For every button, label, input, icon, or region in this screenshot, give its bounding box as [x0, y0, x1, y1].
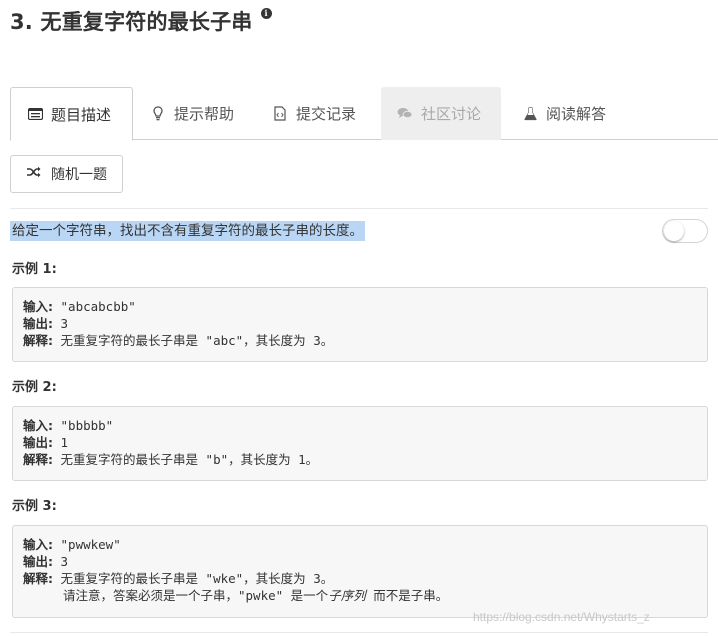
tab-discussion[interactable]: 社区讨论 [381, 87, 501, 140]
example-explanation: 解释: 无重复字符的最长子串是 "abc"，其长度为 3。 [23, 333, 334, 348]
random-problem-button[interactable]: 随机一题 [10, 155, 123, 193]
tab-label: 题目描述 [51, 105, 112, 124]
tab-solution[interactable]: 阅读解答 [506, 87, 646, 140]
example-label: 示例 3: [12, 499, 57, 514]
tab-label: 阅读解答 [546, 105, 607, 123]
page-title: 3. 无重复字符的最长子串 [10, 10, 253, 34]
code-file-icon [272, 106, 288, 122]
divider [10, 208, 708, 209]
comments-icon [397, 106, 413, 122]
example-box: 输入: "bbbbb" 输出: 1 解释: 无重复字符的最长子串是 "b"，其长… [12, 406, 708, 481]
example-note: 请注意，答案必须是一个子串，"pwke" 是一个子序列 而不是子串。 [63, 588, 449, 603]
tab-label: 提交记录 [296, 105, 357, 123]
example-output: 输出: 3 [23, 316, 69, 331]
example-output: 输出: 1 [23, 435, 69, 450]
example-input: 输入: "abcabcbb" [23, 299, 136, 314]
list-icon [27, 106, 43, 122]
toggle-knob [664, 221, 684, 241]
example-box: 输入: "abcabcbb" 输出: 3 解释: 无重复字符的最长子串是 "ab… [12, 287, 708, 362]
example-input: 输入: "pwwkew" [23, 537, 121, 552]
example-box: 输入: "pwwkew" 输出: 3 解释: 无重复字符的最长子串是 "wke"… [12, 525, 708, 618]
tab-bar: 题目描述 提示帮助 提交记录 社区讨论 阅读解答 [10, 87, 718, 141]
info-icon[interactable]: i [260, 8, 272, 19]
example-explanation: 解释: 无重复字符的最长子串是 "b"，其长度为 1。 [23, 452, 319, 467]
example-label: 示例 2: [12, 380, 57, 395]
shuffle-icon [27, 166, 41, 182]
problem-description: 给定一个字符串，找出不含有重复字符的最长子串的长度。 [10, 221, 365, 241]
example-input: 输入: "bbbbb" [23, 418, 114, 433]
lightbulb-icon [150, 106, 166, 122]
tab-label: 社区讨论 [421, 105, 482, 123]
tab-hints[interactable]: 提示帮助 [134, 87, 252, 140]
tab-label: 提示帮助 [174, 105, 235, 123]
divider [10, 632, 708, 633]
random-problem-label: 随机一题 [51, 167, 107, 183]
flask-icon [522, 106, 538, 122]
example-explanation: 解释: 无重复字符的最长子串是 "wke"，其长度为 3。 [23, 571, 334, 586]
example-output: 输出: 3 [23, 554, 69, 569]
problem-header: 3. 无重复字符的最长子串 i [10, 4, 272, 40]
tab-description[interactable]: 题目描述 [10, 87, 133, 141]
example-label: 示例 1: [12, 262, 57, 277]
watermark: https://blog.csdn.net/Whystarts_z [473, 610, 650, 624]
toggle-switch[interactable] [662, 219, 708, 243]
tab-submissions[interactable]: 提交记录 [256, 87, 378, 140]
